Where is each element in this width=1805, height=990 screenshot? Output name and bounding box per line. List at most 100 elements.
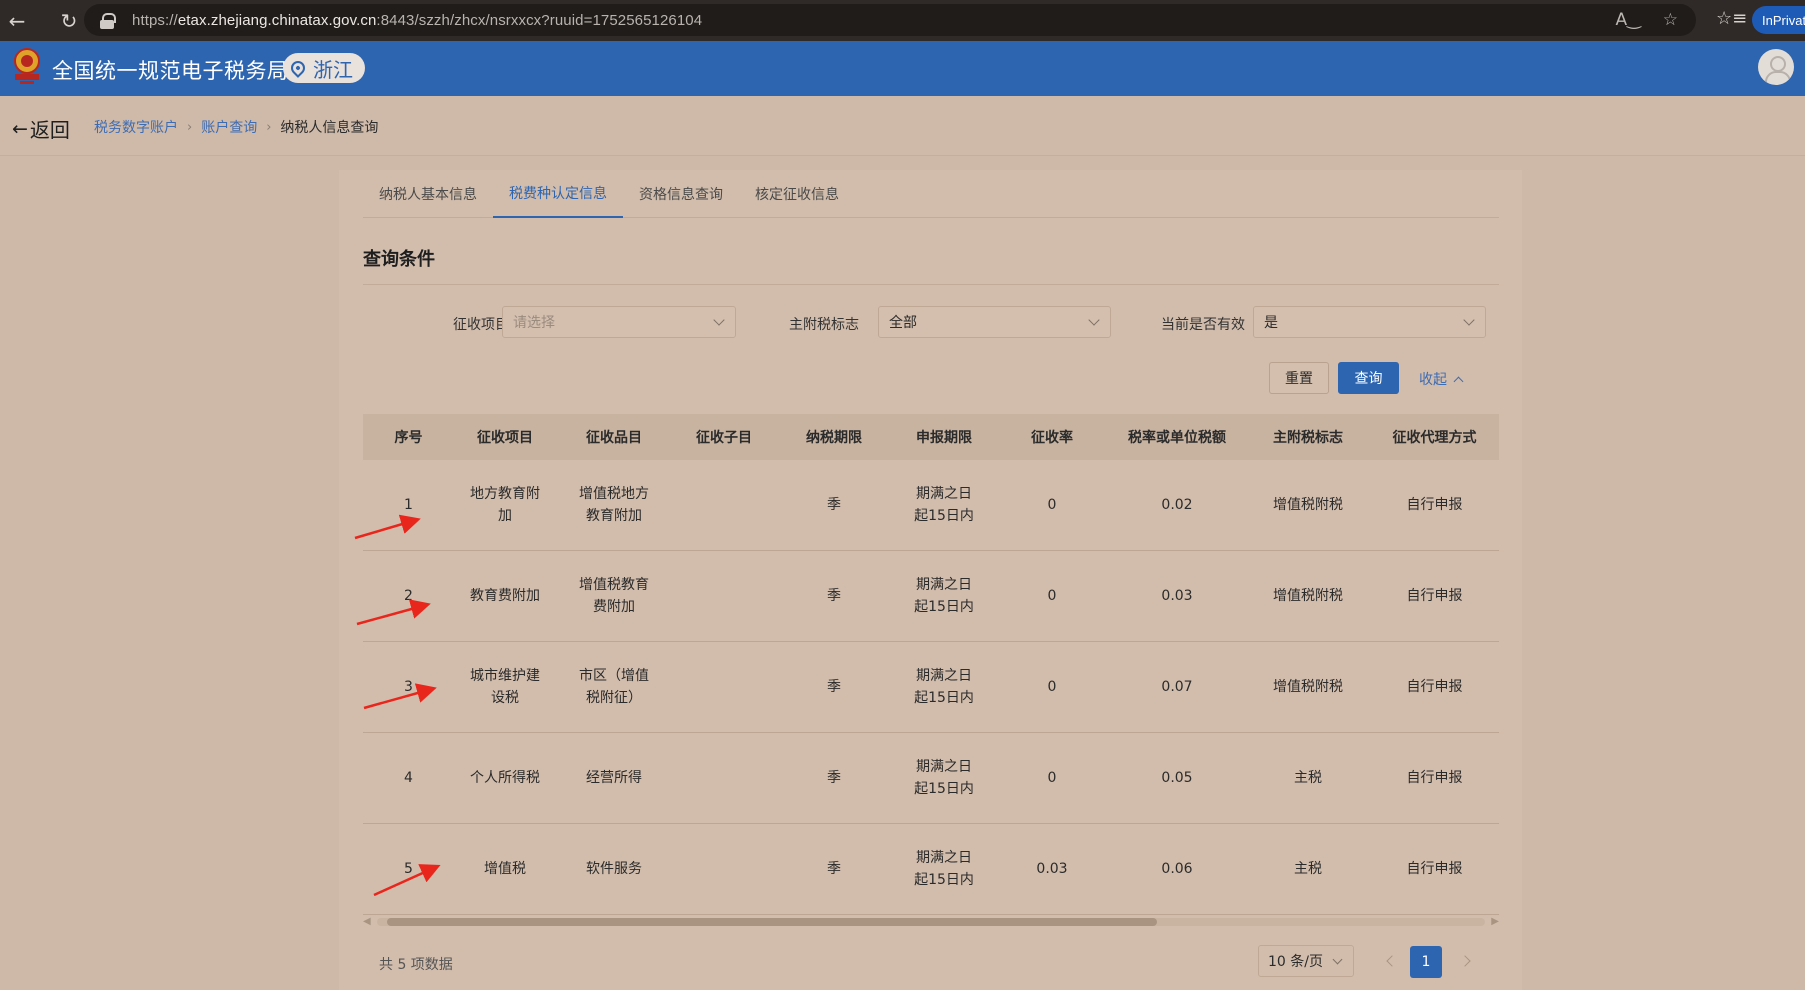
chevron-up-icon: [1453, 376, 1464, 386]
horizontal-scrollbar[interactable]: ◀ ▶: [363, 914, 1499, 927]
query-button[interactable]: 查询: [1338, 362, 1399, 394]
read-aloud-icon[interactable]: A‿: [1615, 10, 1640, 30]
back-arrow-icon[interactable]: ←: [0, 4, 34, 38]
chevron-down-icon: [713, 314, 725, 326]
favorite-star-icon[interactable]: ☆: [1663, 10, 1678, 30]
table-cell: 自行申报: [1406, 770, 1463, 786]
tab-qualification-query[interactable]: 资格信息查询: [623, 170, 739, 218]
query-section-title: 查询条件: [363, 249, 435, 270]
left-arrow-icon: ←: [12, 117, 28, 140]
table-cell: 期满之日起15日内: [914, 759, 974, 797]
table-cell: 3: [404, 679, 413, 695]
main-tax-flag-label: 主附税标志: [789, 317, 859, 333]
table-cell: [672, 642, 776, 732]
chevron-right-icon: ›: [187, 119, 193, 135]
breadcrumb-account-query[interactable]: 账户查询: [201, 117, 257, 137]
prev-page-icon[interactable]: [1384, 954, 1398, 968]
column-header: 征收子目: [696, 430, 752, 446]
table-cell: 期满之日起15日内: [914, 486, 974, 524]
column-header: 序号: [394, 430, 423, 446]
table-cell: [672, 733, 776, 823]
breadcrumb: 税务数字账户 › 账户查询 › 纳税人信息查询: [94, 117, 378, 137]
table-cell: 0.02: [1161, 497, 1193, 513]
lock-icon: [100, 12, 116, 29]
table-cell: [672, 460, 776, 550]
column-header: 税率或单位税额: [1128, 430, 1226, 446]
table-body: 1 地方教育附加 增值税地方教育附加季期满之日起15日内 0 0.02 增值税附税 自行申报…: [363, 460, 1499, 915]
table-cell: 城市维护建设税: [470, 668, 540, 706]
back-button[interactable]: ← 返回: [12, 114, 70, 143]
scroll-left-icon[interactable]: ◀: [363, 916, 371, 927]
table-cell: 季: [827, 861, 841, 877]
collection-item-label: 征收项目: [453, 317, 509, 333]
table-cell: 2: [404, 588, 413, 604]
table-cell: 1: [404, 497, 413, 513]
column-header: 征收率: [1031, 430, 1073, 446]
location-pin-icon: [288, 58, 308, 78]
region-selector[interactable]: 浙江: [283, 53, 365, 83]
table-row: 2 教育费附加 增值税教育费附加 季 期满之日起15日内 0 0.03 增值税附税 自行申报: [363, 551, 1499, 642]
divider: [363, 284, 1499, 285]
reset-button[interactable]: 重置: [1269, 362, 1329, 394]
page-1-button[interactable]: 1: [1410, 946, 1442, 978]
table-cell: 增值税教育费附加: [579, 577, 649, 615]
scroll-thumb[interactable]: [387, 918, 1157, 926]
table-cell: 季: [827, 497, 841, 513]
tax-emblem-icon: [14, 48, 40, 84]
tab-assessed-collection[interactable]: 核定征收信息: [739, 170, 855, 218]
inprivate-badge[interactable]: InPrivate: [1752, 6, 1805, 34]
table-cell: 季: [827, 679, 841, 695]
table-cell: 4: [404, 770, 413, 786]
table-cell: [672, 824, 776, 914]
app-title: 全国统一规范电子税务局: [52, 59, 289, 83]
tab-tax-type-info[interactable]: 税费种认定信息: [493, 170, 623, 218]
table-cell: 0.06: [1161, 861, 1193, 877]
next-page-icon[interactable]: [1460, 954, 1474, 968]
breadcrumb-bar: ← 返回 税务数字账户 › 账户查询 › 纳税人信息查询: [0, 96, 1805, 156]
refresh-icon[interactable]: ↻: [52, 4, 86, 38]
currently-valid-label: 当前是否有效: [1161, 317, 1245, 333]
collapse-toggle[interactable]: 收起: [1419, 369, 1464, 389]
main-panel: 纳税人基本信息 税费种认定信息 资格信息查询 核定征收信息 查询条件 征收项目 …: [339, 170, 1522, 990]
region-label: 浙江: [313, 57, 353, 82]
address-bar[interactable]: https://etax.zhejiang.chinatax.gov.cn:84…: [84, 4, 1696, 36]
table-cell: 增值税附税: [1273, 679, 1343, 695]
table-cell: 主税: [1294, 770, 1322, 786]
table-cell: 自行申报: [1406, 679, 1463, 695]
column-header: 申报期限: [916, 430, 972, 446]
table-cell: 0: [1047, 770, 1057, 786]
favorites-icon[interactable]: ☆≡: [1716, 8, 1747, 29]
user-avatar-icon[interactable]: [1758, 49, 1794, 85]
table-cell: 增值税附税: [1273, 588, 1343, 604]
tab-basic-info[interactable]: 纳税人基本信息: [363, 170, 493, 218]
column-header: 征收项目: [477, 430, 533, 446]
table-row: 1 地方教育附加 增值税地方教育附加 季 期满之日起15日内 0 0.02 增值税附税 自行申报: [363, 460, 1499, 551]
url-text: https://etax.zhejiang.chinatax.gov.cn:84…: [132, 11, 703, 29]
table-cell: 期满之日起15日内: [914, 577, 974, 615]
chevron-down-icon: [1088, 314, 1100, 326]
scroll-right-icon[interactable]: ▶: [1491, 916, 1499, 927]
table-row: 3 城市维护建设税 市区（增值税附征） 季 期满之日起15日内 0 0.07 增值税附税 自行申…: [363, 642, 1499, 733]
table-cell: 0: [1047, 588, 1057, 604]
table-cell: 地方教育附加: [470, 486, 540, 524]
table-cell: 季: [827, 588, 841, 604]
table-cell: 0: [1047, 679, 1057, 695]
table-cell: 增值税附税: [1273, 497, 1343, 513]
table-cell: 0.03: [1036, 861, 1068, 877]
tab-bar: 纳税人基本信息 税费种认定信息 资格信息查询 核定征收信息: [363, 170, 1499, 218]
table-cell: [672, 551, 776, 641]
currently-valid-select[interactable]: 是: [1253, 306, 1486, 338]
main-tax-flag-select[interactable]: 全部: [878, 306, 1111, 338]
collection-item-select[interactable]: 请选择: [502, 306, 736, 338]
table-header: 序号 征收项目 征收品目 征收子目 纳税期限 申报期限 征收率 税率或单位税额 主附税标志 征收代…: [363, 414, 1499, 460]
table-cell: 0.03: [1161, 588, 1193, 604]
chevron-down-icon: [1463, 314, 1475, 326]
chevron-right-icon: ›: [266, 119, 272, 135]
table-cell: 增值税地方教育附加: [579, 486, 649, 524]
table-cell: 自行申报: [1406, 497, 1463, 513]
table-cell: 主税: [1294, 861, 1322, 877]
table-cell: 市区（增值税附征）: [579, 668, 649, 706]
breadcrumb-tax-account[interactable]: 税务数字账户: [94, 117, 178, 137]
table-cell: 5: [404, 861, 413, 877]
page-size-select[interactable]: 10 条/页: [1258, 945, 1354, 977]
